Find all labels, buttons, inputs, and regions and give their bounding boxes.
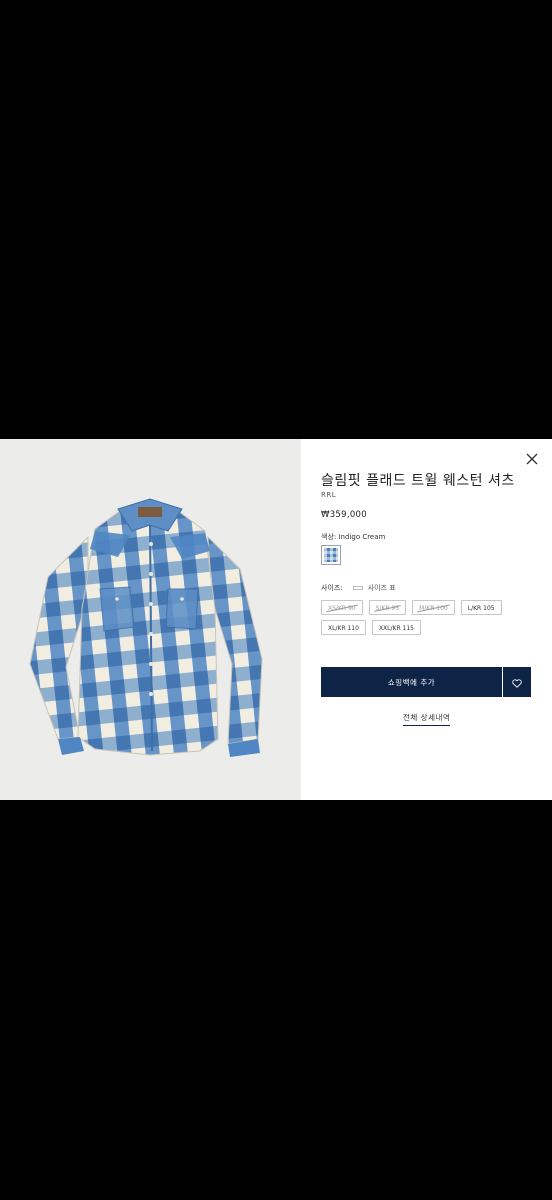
color-row: 색상: Indigo Cream [321, 532, 385, 542]
add-to-bag-button[interactable]: 쇼핑백에 추가 [321, 667, 502, 697]
size-options: XS/KR 90 S/KR 95 M/KR 100 L/KR 105 XL/KR… [321, 600, 511, 635]
size-label: 사이즈: [321, 584, 343, 592]
size-option-xl[interactable]: XL/KR 110 [321, 620, 366, 635]
product-image [0, 439, 301, 800]
product-price: ₩359,000 [321, 510, 367, 520]
size-option-xs[interactable]: XS/KR 90 [321, 600, 363, 615]
size-guide-label: 사이즈 표 [367, 584, 396, 592]
heart-icon [512, 673, 522, 692]
product-info-panel: 슬림핏 플래드 트윌 웨스턴 셔츠 RRL ₩359,000 색상: Indig… [301, 439, 552, 800]
quick-view-modal: 슬림핏 플래드 트윌 웨스턴 셔츠 RRL ₩359,000 색상: Indig… [0, 439, 552, 800]
color-label: 색상: [321, 533, 337, 541]
wishlist-button[interactable] [503, 667, 531, 697]
size-option-s[interactable]: S/KR 95 [368, 600, 407, 615]
color-value: Indigo Cream [338, 533, 386, 541]
product-brand: RRL [321, 491, 337, 499]
add-to-bag-row: 쇼핑백에 추가 [321, 667, 531, 697]
full-details-link[interactable]: 전체 상세내역 [403, 712, 451, 726]
size-option-m[interactable]: M/KR 100 [412, 600, 455, 615]
size-guide-link[interactable]: 사이즈 표 [352, 583, 396, 593]
color-swatch[interactable] [321, 545, 341, 565]
product-title: 슬림핏 플래드 트윌 웨스턴 셔츠 [321, 473, 515, 489]
shirt-illustration [29, 498, 263, 757]
ruler-icon [352, 586, 363, 590]
size-option-xxl[interactable]: XXL/KR 115 [371, 620, 421, 635]
close-icon[interactable] [524, 451, 540, 467]
size-option-l[interactable]: L/KR 105 [460, 600, 502, 615]
size-row: 사이즈: 사이즈 표 [321, 583, 396, 593]
swatch-pattern [324, 548, 338, 562]
